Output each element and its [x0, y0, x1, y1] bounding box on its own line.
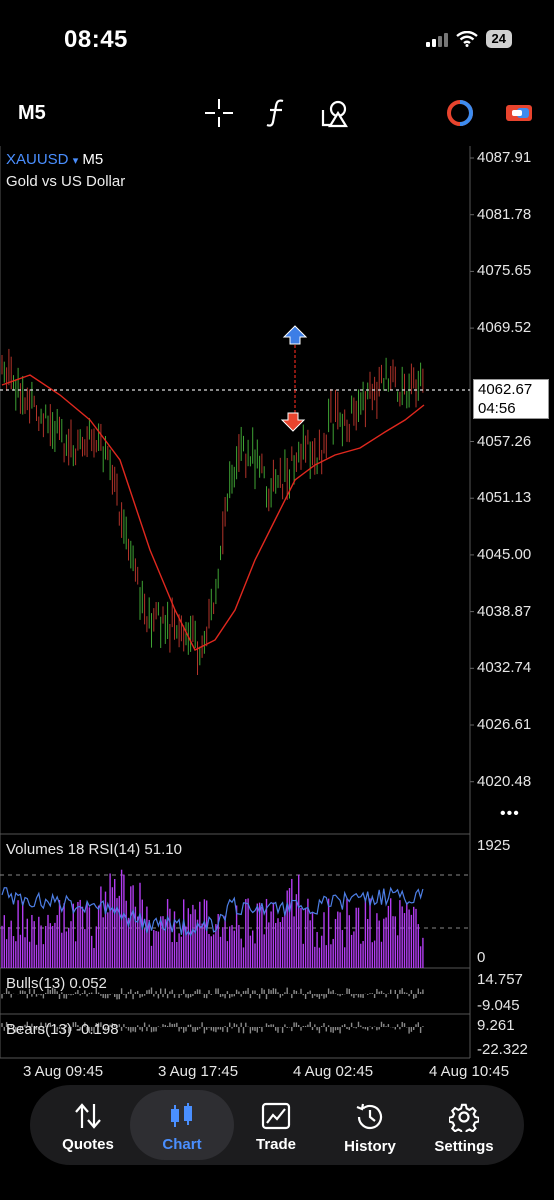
- tab-label: Chart: [162, 1136, 202, 1153]
- sell-arrow-icon[interactable]: [280, 412, 306, 432]
- tab-trade[interactable]: Trade: [230, 1088, 322, 1162]
- price-tick-label: 4069.52: [477, 319, 532, 337]
- tab-label: Quotes: [62, 1136, 114, 1153]
- time-label: 3 Aug 09:45: [23, 1063, 104, 1080]
- time-label: 4 Aug 02:45: [293, 1063, 374, 1080]
- trade-icon: [261, 1102, 291, 1130]
- price-tick-label: 4020.48: [477, 772, 532, 790]
- volumes-axis-top: 1925: [477, 837, 511, 854]
- price-tick-label: 4032.74: [477, 659, 532, 677]
- moving-average-line: [1, 374, 425, 651]
- volumes-rsi-label: Volumes 18 RSI(14) 51.10: [6, 841, 182, 858]
- tab-chart[interactable]: Chart: [136, 1088, 228, 1162]
- status-icons: 24: [425, 30, 512, 48]
- more-options-icon[interactable]: •••: [500, 805, 520, 823]
- objects-icon[interactable]: [318, 96, 352, 130]
- current-price: 4062.67: [478, 381, 533, 398]
- bulls-axis-top: 14.757: [477, 971, 523, 988]
- tab-quotes[interactable]: Quotes: [42, 1088, 134, 1162]
- indicators-icon[interactable]: [443, 96, 477, 130]
- toggle-icon[interactable]: [502, 96, 536, 130]
- tab-label: Settings: [434, 1138, 494, 1155]
- time-label: 3 Aug 17:45: [158, 1063, 239, 1080]
- battery-indicator: 24: [485, 30, 512, 48]
- tab-settings[interactable]: Settings: [418, 1088, 510, 1162]
- price-tick-label: 4057.26: [477, 432, 532, 450]
- price-tick-label: 4087.91: [477, 149, 532, 166]
- price-tick-label: 4045.00: [477, 545, 532, 563]
- history-icon: [356, 1103, 383, 1130]
- chart-icon: [171, 1103, 192, 1127]
- bears-label: Bears(13) -0.198: [6, 1021, 119, 1038]
- price-tick-label: 4075.65: [477, 262, 532, 280]
- function-icon[interactable]: [260, 96, 294, 130]
- bar-countdown: 04:56: [478, 400, 516, 417]
- volumes-axis-bottom: 0: [477, 949, 486, 966]
- bulls-axis-bottom: -9.045: [477, 997, 520, 1014]
- signal-icon: [425, 31, 448, 47]
- buy-arrow-icon[interactable]: [282, 325, 308, 345]
- time-label: 4 Aug 10:45: [429, 1063, 510, 1080]
- price-tick-label: 4081.78: [477, 205, 532, 223]
- price-tick-label: 4038.87: [477, 602, 532, 620]
- price-chart[interactable]: [0, 146, 554, 1060]
- tab-label: Trade: [255, 1136, 297, 1153]
- status-time: 08:45: [64, 26, 128, 53]
- crosshair-icon[interactable]: [202, 96, 236, 130]
- current-price-label: 4062.67 04:56: [473, 379, 549, 419]
- settings-icon: [449, 1103, 479, 1132]
- price-tick-label: 4051.13: [477, 489, 532, 507]
- bears-axis-top: 9.261: [477, 1017, 515, 1034]
- price-tick-label: 4026.61: [477, 716, 532, 733]
- quotes-icon: [75, 1103, 101, 1129]
- tab-history[interactable]: History: [324, 1088, 416, 1162]
- wifi-icon: [455, 31, 478, 47]
- bears-axis-bottom: -22.322: [477, 1041, 528, 1058]
- timeframe-button[interactable]: M5: [18, 102, 46, 125]
- tab-label: History: [344, 1138, 396, 1155]
- bulls-label: Bulls(13) 0.052: [6, 975, 107, 992]
